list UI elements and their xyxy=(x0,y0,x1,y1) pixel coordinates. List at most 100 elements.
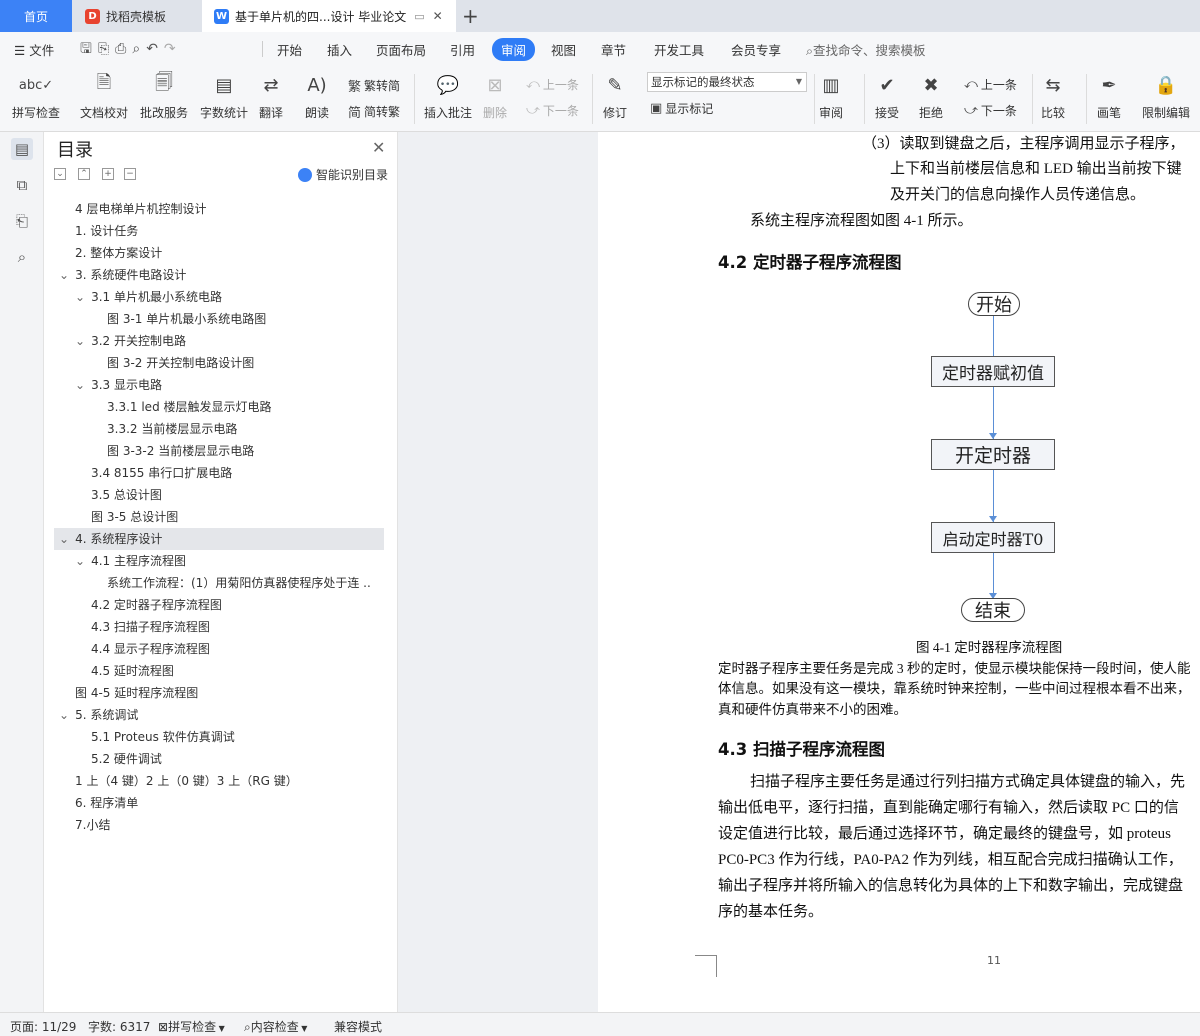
accept-button[interactable]: ✔ 接受 xyxy=(874,72,900,121)
toc-item[interactable]: 5.1 Proteus 软件仿真调试 xyxy=(91,726,371,748)
pen-button[interactable]: ✒ 画笔 xyxy=(1096,72,1122,121)
spell-check-status[interactable]: ⊠拼写检查 ▼ xyxy=(158,1018,225,1035)
toc-item[interactable]: 1 上（4 键）2 上（0 键）3 上（RG 键） xyxy=(75,770,371,792)
tab-document[interactable]: W 基于单片机的四...设计 毕业论文 ▭ ✕ xyxy=(202,0,456,32)
add-level-icon[interactable]: + xyxy=(102,168,114,180)
menu-start[interactable]: 开始 xyxy=(277,40,302,59)
toc-item[interactable]: 4.5 延时流程图 xyxy=(91,660,371,682)
toc-item[interactable]: 1. 设计任务 xyxy=(75,220,371,242)
chevron-down-icon[interactable]: ⌄ xyxy=(59,708,69,722)
quick-access-toolbar[interactable]: 🖫⎘⎙⌕↶↷ xyxy=(80,38,182,62)
undo-icon[interactable]: ↶ xyxy=(146,41,164,57)
toc-item[interactable]: 2. 整体方案设计 xyxy=(75,242,371,264)
document-page[interactable]: （3）读取到键盘之后，主程序调用显示子程序， 上下和当前楼层信息和 LED 输出… xyxy=(598,132,1200,1012)
toc-item[interactable]: 3.3.1 led 楼层触发显示灯电路 xyxy=(107,396,371,418)
chevron-down-icon[interactable]: ⌄ xyxy=(75,334,85,348)
menu-insert[interactable]: 插入 xyxy=(327,40,352,59)
toc-item[interactable]: ⌄ 3. 系统硬件电路设计 xyxy=(59,264,371,286)
show-markup-button[interactable]: ▣ 显示标记 xyxy=(650,100,713,117)
page-indicator[interactable]: 页面: 11/29 xyxy=(10,1018,76,1035)
toc-item[interactable]: ⌄ 5. 系统调试 xyxy=(59,704,371,726)
toc-item[interactable]: ⌄ 3.2 开关控制电路 xyxy=(75,330,371,352)
proofread-button[interactable]: 🗎 文档校对 xyxy=(80,72,128,121)
markup-state-select[interactable]: 显示标记的最终状态 ▼ xyxy=(647,72,807,92)
menu-devtools[interactable]: 开发工具 xyxy=(654,40,704,59)
toc-item[interactable]: 4.2 定时器子程序流程图 xyxy=(91,594,371,616)
toc-item[interactable]: 5.2 硬件调试 xyxy=(91,748,371,770)
delete-comment-button[interactable]: ⊠ 删除 xyxy=(482,72,508,121)
chevron-down-icon[interactable]: ⌄ xyxy=(75,290,85,304)
toc-item[interactable]: ⌄ 3.1 单片机最小系统电路 xyxy=(75,286,371,308)
menu-member[interactable]: 会员专享 xyxy=(731,40,781,59)
tab-document-label: 基于单片机的四...设计 毕业论文 xyxy=(235,9,407,24)
file-menu[interactable]: ☰ 文件 xyxy=(14,40,54,59)
word-count-button[interactable]: ▤ 字数统计 xyxy=(200,72,248,121)
expand-up-icon[interactable]: ⌃ xyxy=(78,168,90,180)
preview-icon[interactable]: ⌕ xyxy=(132,41,146,57)
menu-layout[interactable]: 页面布局 xyxy=(376,40,426,59)
redo-icon[interactable]: ↷ xyxy=(164,41,182,57)
bookmark-icon[interactable]: ⎗ xyxy=(11,210,33,232)
next-change-button[interactable]: ⤻ 下一条 xyxy=(964,102,1017,119)
toc-item[interactable]: ⌄ 3.3 显示电路 xyxy=(75,374,371,396)
toc-item[interactable]: 6. 程序清单 xyxy=(75,792,371,814)
toc-item[interactable]: 4.3 扫描子程序流程图 xyxy=(91,616,371,638)
toc-item[interactable]: 3.5 总设计图 xyxy=(91,484,371,506)
toc-item[interactable]: 7.小结 xyxy=(75,814,371,836)
read-aloud-button[interactable]: A) 朗读 xyxy=(304,72,330,121)
toc-item[interactable]: 系统工作流程：(1）用菊阳仿真器使程序处于连 ... xyxy=(107,572,371,594)
menu-reference[interactable]: 引用 xyxy=(450,40,475,59)
toc-item[interactable]: 3.3.2 当前楼层显示电路 xyxy=(107,418,371,440)
menu-review[interactable]: 审阅 xyxy=(492,38,536,61)
tab-home[interactable]: 首页 xyxy=(0,0,72,32)
toc-item[interactable]: 图 4-5 延时程序流程图 xyxy=(75,682,371,704)
menu-view[interactable]: 视图 xyxy=(551,40,576,59)
next-comment-button[interactable]: ⤻ 下一条 xyxy=(526,102,579,119)
chevron-down-icon[interactable]: ⌄ xyxy=(75,554,85,568)
menu-chapter[interactable]: 章节 xyxy=(601,40,626,59)
to-traditional-button[interactable]: 简简转繁 xyxy=(348,102,400,121)
track-changes-button[interactable]: ✎ 修订 xyxy=(602,72,628,121)
toc-item[interactable]: 图 3-1 单片机最小系统电路图 xyxy=(107,308,371,330)
smart-toc-button[interactable]: 智能识别目录 xyxy=(298,166,388,183)
collapse-all-icon[interactable]: ⌄ xyxy=(54,168,66,180)
reject-button[interactable]: ✖ 拒绝 xyxy=(918,72,944,121)
toc-item[interactable]: 图 3-2 开关控制电路设计图 xyxy=(107,352,371,374)
toc-item[interactable]: 图 3-5 总设计图 xyxy=(91,506,371,528)
save-icon[interactable]: 🖫 xyxy=(80,41,98,57)
toc-item[interactable]: ⌄ 4.1 主程序流程图 xyxy=(75,550,371,572)
word-count-indicator[interactable]: 字数: 6317 xyxy=(88,1018,150,1035)
command-search[interactable]: ⌕查找命令、搜索模板 xyxy=(806,40,926,59)
toc-item[interactable]: 4 层电梯单片机控制设计 xyxy=(75,198,371,220)
translate-button[interactable]: ⇄ 翻译 xyxy=(258,72,284,121)
print-icon[interactable]: ⎙ xyxy=(115,41,132,57)
chevron-down-icon[interactable]: ⌄ xyxy=(75,378,85,392)
insert-comment-button[interactable]: 💬 插入批注 xyxy=(424,72,472,121)
tab-template[interactable]: D 找稻壳模板 xyxy=(73,0,201,32)
spell-check-button[interactable]: abc✓ 拼写检查 xyxy=(12,72,60,121)
toc-item[interactable]: 图 3-3-2 当前楼层显示电路 xyxy=(107,440,371,462)
close-icon[interactable]: ✕ xyxy=(372,138,385,157)
prev-comment-button[interactable]: ⤺ 上一条 xyxy=(526,76,579,93)
review-pane-button[interactable]: ▥ 审阅 xyxy=(818,72,844,121)
new-tab-icon[interactable]: + xyxy=(462,4,479,28)
export-icon[interactable]: ⎘ xyxy=(98,41,115,57)
chapter-icon[interactable]: ⧉ xyxy=(11,174,33,196)
remove-level-icon[interactable]: − xyxy=(124,168,136,180)
chevron-down-icon[interactable]: ⌄ xyxy=(59,268,69,282)
chevron-down-icon[interactable]: ⌄ xyxy=(59,532,69,546)
toc-item[interactable]: 3.4 8155 串行口扩展电路 xyxy=(91,462,371,484)
compare-button[interactable]: ⇆ 比较 xyxy=(1040,72,1066,121)
checkbox-icon: ⊠ xyxy=(158,1020,169,1034)
to-simplified-button[interactable]: 繁繁转简 xyxy=(348,76,400,95)
search-icon[interactable]: ⌕ xyxy=(11,246,33,268)
content-check-status[interactable]: ⌕内容检查 ▼ xyxy=(244,1018,307,1035)
toc-item[interactable]: ⌄ 4. 系统程序设计 xyxy=(59,528,371,550)
toc-panel-icon[interactable]: ▤ xyxy=(11,138,33,160)
restrict-edit-button[interactable]: 🔒 限制编辑 xyxy=(1142,72,1190,121)
batch-service-button[interactable]: 🗐 批改服务 xyxy=(140,72,188,121)
tab-pin-icon[interactable]: ▭ xyxy=(414,10,424,23)
toc-item[interactable]: 4.4 显示子程序流程图 xyxy=(91,638,371,660)
prev-change-button[interactable]: ⤺ 上一条 xyxy=(964,76,1017,93)
tab-close-icon[interactable]: ✕ xyxy=(433,9,443,23)
